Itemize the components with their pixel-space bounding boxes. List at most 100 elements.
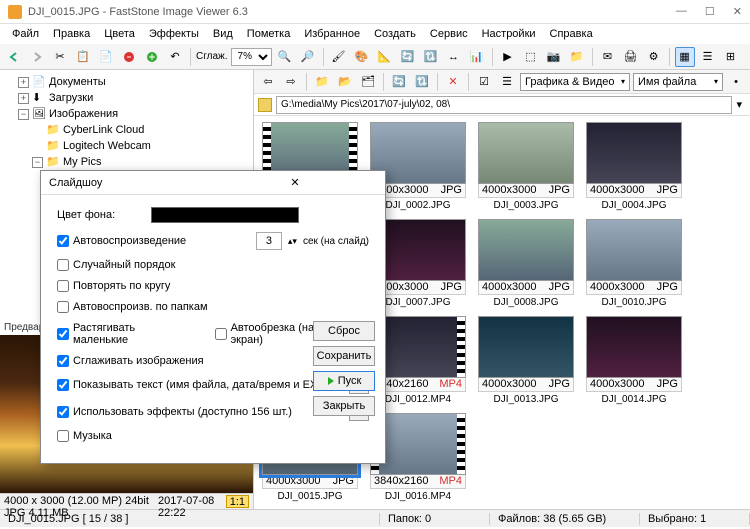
menu-view[interactable]: Вид	[207, 26, 239, 42]
effects-checkbox[interactable]: Использовать эффекты (доступно 156 шт.)	[57, 406, 292, 418]
images-icon: 🖼	[32, 107, 46, 121]
minimize-button[interactable]: —	[676, 5, 687, 18]
refresh-icon[interactable]: 🔄	[389, 72, 409, 92]
status-folders: Папок: 0	[380, 513, 490, 525]
nav-back-icon[interactable]: ⇦	[258, 72, 278, 92]
folder-icon: 📁	[46, 123, 60, 137]
tool-icon[interactable]: 🖌	[329, 47, 349, 67]
collapse-icon[interactable]: −	[18, 109, 29, 120]
thumbnail[interactable]: 4000x3000JPG DJI_0003.JPG	[476, 122, 576, 211]
view-detail-icon[interactable]: ⊞	[721, 47, 741, 67]
smooth-checkbox[interactable]: Сглаживать изображения	[57, 355, 204, 367]
menu-effects[interactable]: Эффекты	[143, 26, 205, 42]
tool-icon[interactable]: 🔄	[398, 47, 418, 67]
menu-settings[interactable]: Настройки	[476, 26, 542, 42]
folder-icon[interactable]: 📁	[312, 72, 332, 92]
status-file: DJI_0015.JPG [ 15 / 38 ]	[0, 513, 380, 525]
sort-dir-icon[interactable]: •	[726, 72, 746, 92]
zoom-out-icon[interactable]: 🔎	[298, 47, 318, 67]
zoom-ratio: 1:1	[226, 495, 249, 508]
folder-icon: 📁	[46, 155, 60, 169]
refresh-icon[interactable]: 🔃	[412, 72, 432, 92]
settings-icon[interactable]: ⚙	[644, 47, 664, 67]
autofolders-checkbox[interactable]: Автовоспроизв. по папкам	[57, 301, 208, 313]
menu-colors[interactable]: Цвета	[98, 26, 141, 42]
close-button[interactable]: Закрыть	[313, 396, 375, 416]
status-selected: Выбрано: 1	[640, 513, 750, 525]
list-icon[interactable]: ☰	[497, 72, 517, 92]
thumbnail[interactable]: 4000x3000JPG DJI_0010.JPG	[584, 219, 684, 308]
maximize-button[interactable]: ☐	[705, 5, 715, 18]
view-list-icon[interactable]: ☰	[698, 47, 718, 67]
dialog-close-icon[interactable]: ✕	[213, 176, 377, 189]
reset-button[interactable]: Сброс	[313, 321, 375, 341]
email-icon[interactable]: ✉	[598, 47, 618, 67]
seconds-input[interactable]	[256, 232, 282, 250]
nav-fwd-icon[interactable]	[27, 47, 47, 67]
close-button[interactable]: ✕	[733, 5, 742, 18]
showtext-checkbox[interactable]: Показывать текст (имя файла, дата/время …	[57, 379, 331, 391]
compare-icon[interactable]: ⬚	[521, 47, 541, 67]
menu-service[interactable]: Сервис	[424, 26, 474, 42]
check-icon[interactable]: ☑	[474, 72, 494, 92]
tool-icon[interactable]: 📷	[544, 47, 564, 67]
slideshow-icon[interactable]: ▶	[498, 47, 518, 67]
menu-mark[interactable]: Пометка	[241, 26, 297, 42]
menu-edit[interactable]: Правка	[47, 26, 96, 42]
menu-bar: Файл Правка Цвета Эффекты Вид Пометка Из…	[0, 24, 750, 44]
download-icon: ⬇	[32, 91, 46, 105]
expand-icon[interactable]: +	[18, 77, 29, 88]
nav-fwd-icon[interactable]: ⇨	[281, 72, 301, 92]
tool-icon[interactable]: 📐	[375, 47, 395, 67]
undo-icon[interactable]: ↶	[165, 47, 185, 67]
save-button[interactable]: Сохранить	[313, 346, 375, 366]
bgcolor-label: Цвет фона:	[57, 209, 145, 221]
thumbnail[interactable]: 4000x3000JPG DJI_0014.JPG	[584, 316, 684, 405]
folder-icon: 📄	[32, 75, 46, 89]
delete-icon[interactable]: ✕	[443, 72, 463, 92]
menu-file[interactable]: Файл	[6, 26, 45, 42]
address-input[interactable]	[276, 96, 732, 114]
tool-icon[interactable]: 📁	[567, 47, 587, 67]
copy-icon[interactable]: 📋	[73, 47, 93, 67]
filter-select[interactable]: Графика & Видео▾	[520, 73, 630, 91]
nav-back-icon[interactable]	[4, 47, 24, 67]
folder-icon[interactable]: 📂	[335, 72, 355, 92]
zoom-select[interactable]: 7%	[231, 48, 272, 66]
thumbnail[interactable]: 4000x3000JPG DJI_0013.JPG	[476, 316, 576, 405]
tool-icon[interactable]: ↔	[444, 47, 464, 67]
random-checkbox[interactable]: Случайный порядок	[57, 259, 175, 271]
sort-select[interactable]: Имя файла▾	[633, 73, 723, 91]
thumbnail[interactable]: 4000x3000JPG DJI_0008.JPG	[476, 219, 576, 308]
menu-create[interactable]: Создать	[368, 26, 422, 42]
image-dimensions: 4000 x 3000 (12.00 MP) 24bit JPG 4.11 MB	[4, 495, 150, 508]
image-date: 2017-07-08 22:22	[158, 495, 218, 508]
collapse-icon[interactable]: −	[32, 157, 43, 168]
thumbnail[interactable]: 4000x3000JPG DJI_0004.JPG	[584, 122, 684, 211]
delete-icon[interactable]	[119, 47, 139, 67]
add-icon[interactable]	[142, 47, 162, 67]
tool-icon[interactable]: 🎨	[352, 47, 372, 67]
folder-icon[interactable]: 🗂	[358, 72, 378, 92]
print-icon[interactable]: 🖨	[621, 47, 641, 67]
dropdown-icon[interactable]: ▾	[732, 98, 746, 111]
bgcolor-picker[interactable]	[151, 207, 299, 223]
expand-icon[interactable]: +	[18, 93, 29, 104]
tool-icon[interactable]: 🔃	[421, 47, 441, 67]
loop-checkbox[interactable]: Повторять по кругу	[57, 280, 170, 292]
menu-help[interactable]: Справка	[544, 26, 599, 42]
music-checkbox[interactable]: Музыка	[57, 430, 112, 442]
menu-favorites[interactable]: Избранное	[298, 26, 366, 42]
tool-icon[interactable]: 📊	[467, 47, 487, 67]
folder-icon: 📁	[46, 139, 60, 153]
view-thumbs-icon[interactable]: ▦	[675, 47, 695, 67]
drive-icon	[258, 98, 272, 112]
zoom-in-icon[interactable]: 🔍	[275, 47, 295, 67]
stretch-checkbox[interactable]: Растягивать маленькие	[57, 322, 176, 346]
cut-icon[interactable]: ✂	[50, 47, 70, 67]
autoplay-checkbox[interactable]: Автовоспроизведение	[57, 235, 186, 247]
play-button[interactable]: Пуск	[313, 371, 375, 391]
paste-icon[interactable]: 📄	[96, 47, 116, 67]
dialog-title: Слайдшоу	[49, 177, 213, 189]
app-icon	[8, 5, 22, 19]
